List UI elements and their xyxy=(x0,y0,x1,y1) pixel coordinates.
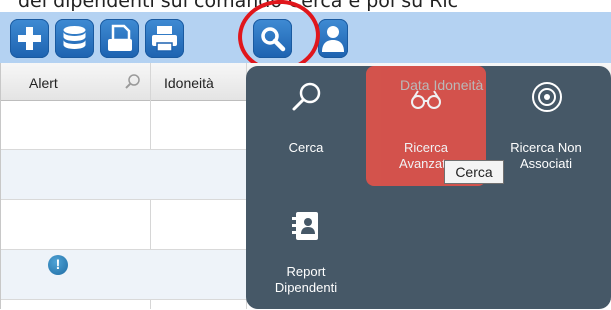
search-menu-panel: Cerca Ricerca Avanzata Ricerca Non Assoc… xyxy=(246,66,611,309)
menu-item-cerca[interactable]: Cerca xyxy=(246,66,366,186)
menu-item-ricerca-non-associati[interactable]: Ricerca Non Associati xyxy=(486,66,606,186)
target-icon xyxy=(532,82,562,112)
menu-item-label-2: Associati xyxy=(519,156,573,171)
menu-item-report-dipendenti[interactable]: Report Dipendenti xyxy=(246,190,366,310)
database-button[interactable] xyxy=(55,19,94,58)
alert-icon[interactable]: ! xyxy=(48,255,68,275)
user-icon xyxy=(322,26,344,52)
menu-item-label-2: Dipendenti xyxy=(274,280,338,295)
menu-item-label: Ricerca xyxy=(403,140,449,155)
document-icon xyxy=(108,24,132,51)
column-header-data-idoneita: Data Idoneità xyxy=(400,77,484,93)
user-button[interactable] xyxy=(318,19,348,58)
alert-badge-text: ! xyxy=(55,256,61,272)
print-button[interactable] xyxy=(145,19,184,58)
add-button[interactable] xyxy=(10,19,49,58)
database-icon xyxy=(63,26,86,49)
document-button[interactable] xyxy=(100,19,139,58)
menu-item-label: Report xyxy=(286,264,326,279)
contacts-icon xyxy=(292,212,318,240)
printer-icon xyxy=(152,26,177,52)
column-filter-icon[interactable] xyxy=(123,72,143,92)
plus-icon xyxy=(18,27,41,50)
magnifier-icon xyxy=(292,82,321,111)
tooltip: Cerca xyxy=(444,160,504,184)
menu-item-label: Cerca xyxy=(288,140,324,155)
column-header-alert[interactable]: Alert xyxy=(29,75,58,91)
menu-item-label: Ricerca Non xyxy=(510,140,582,155)
column-header-idoneita[interactable]: Idoneità xyxy=(164,75,214,91)
